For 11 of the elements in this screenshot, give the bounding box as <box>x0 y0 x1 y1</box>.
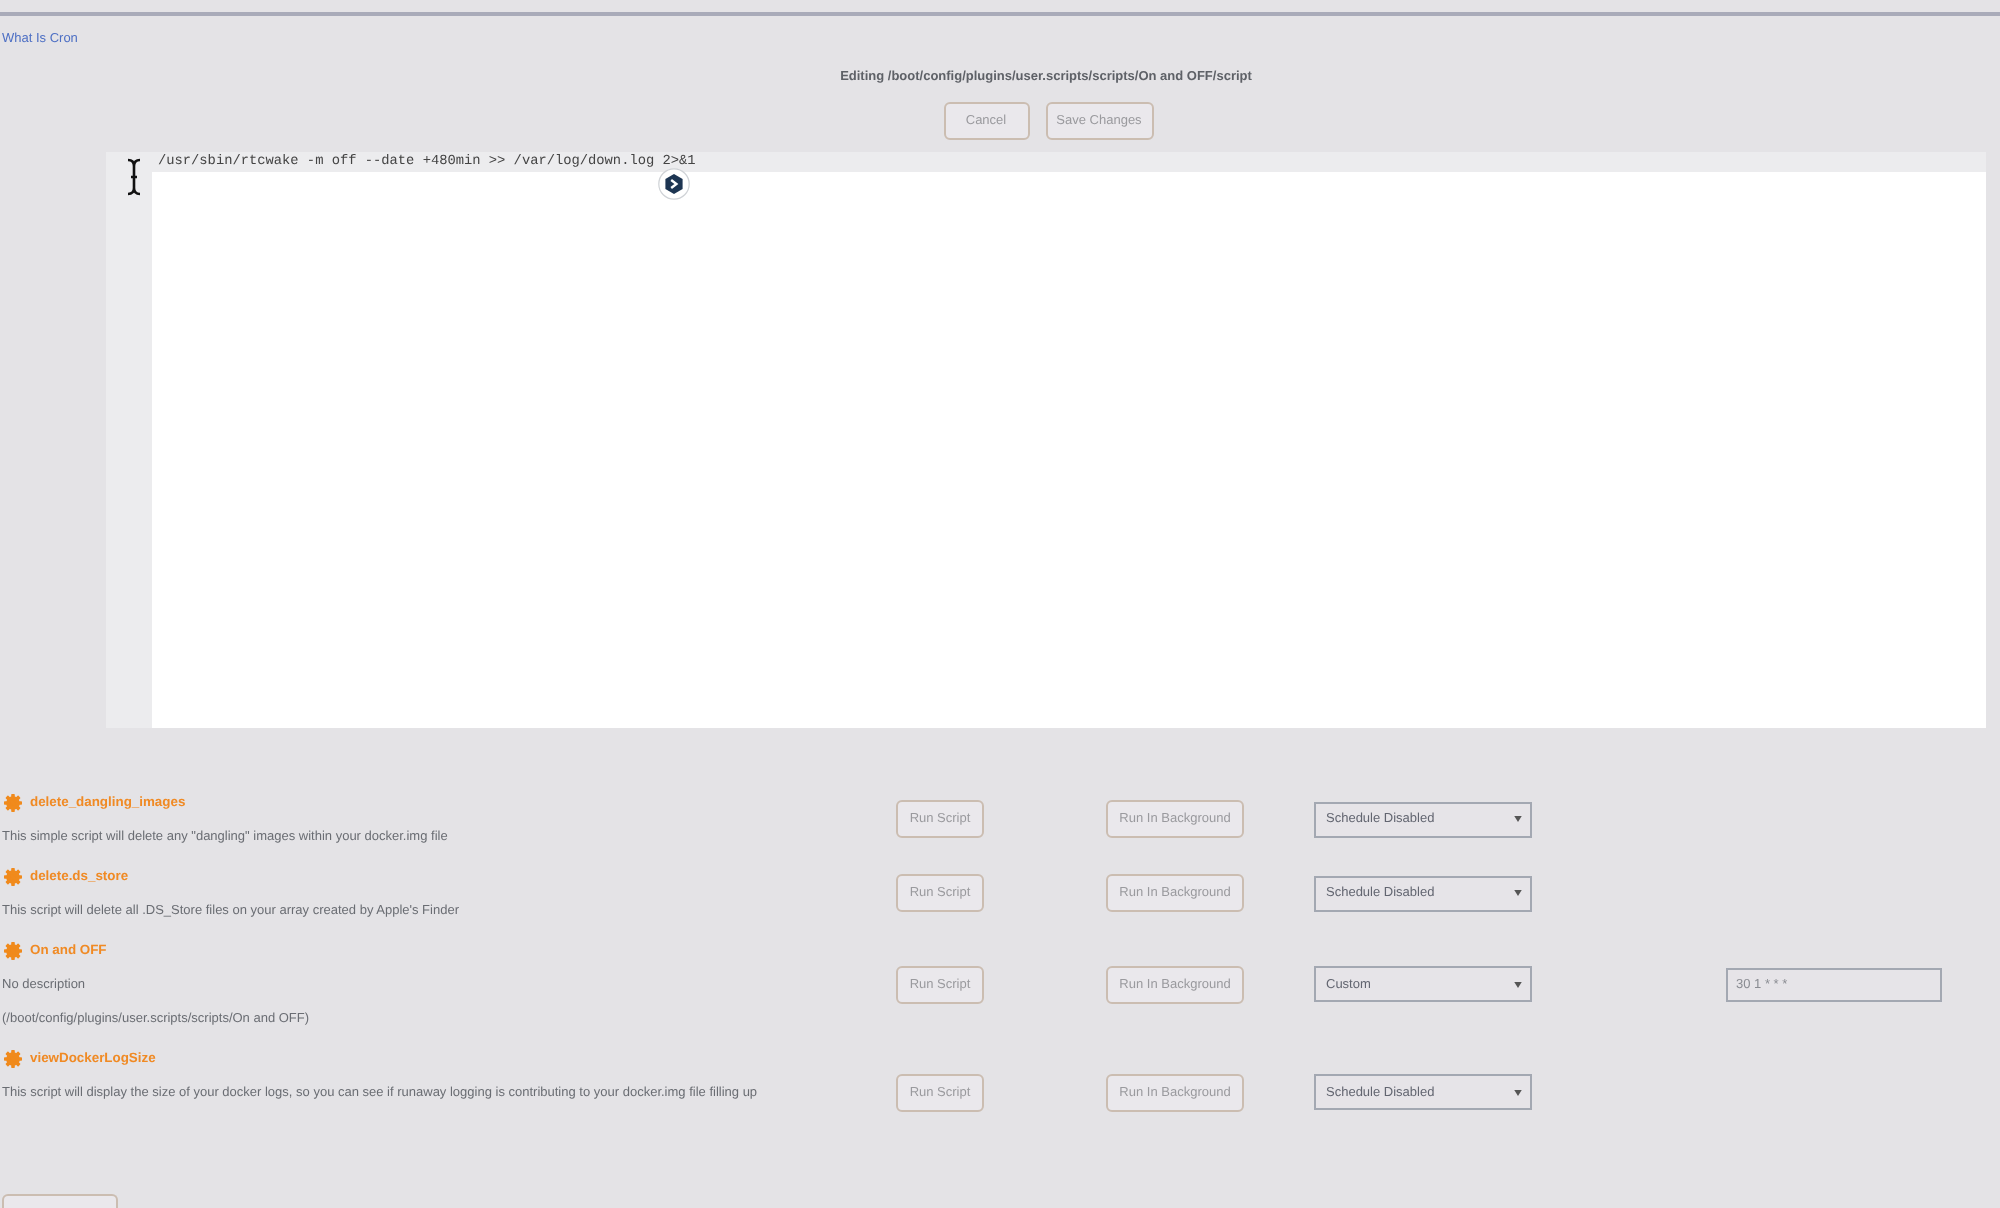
gear-icon[interactable] <box>4 941 22 959</box>
gear-icon[interactable] <box>4 793 22 811</box>
hexagon-badge-icon[interactable] <box>658 168 690 200</box>
gear-icon[interactable] <box>4 1049 22 1067</box>
caret-icon <box>1514 1089 1522 1095</box>
caret-icon <box>1514 816 1522 822</box>
caret-icon <box>1514 890 1522 896</box>
text-cursor-icon <box>126 158 142 196</box>
caret-icon <box>1514 981 1522 987</box>
gear-icon[interactable] <box>4 867 22 885</box>
cut-off-button[interactable] <box>2 1194 118 1208</box>
